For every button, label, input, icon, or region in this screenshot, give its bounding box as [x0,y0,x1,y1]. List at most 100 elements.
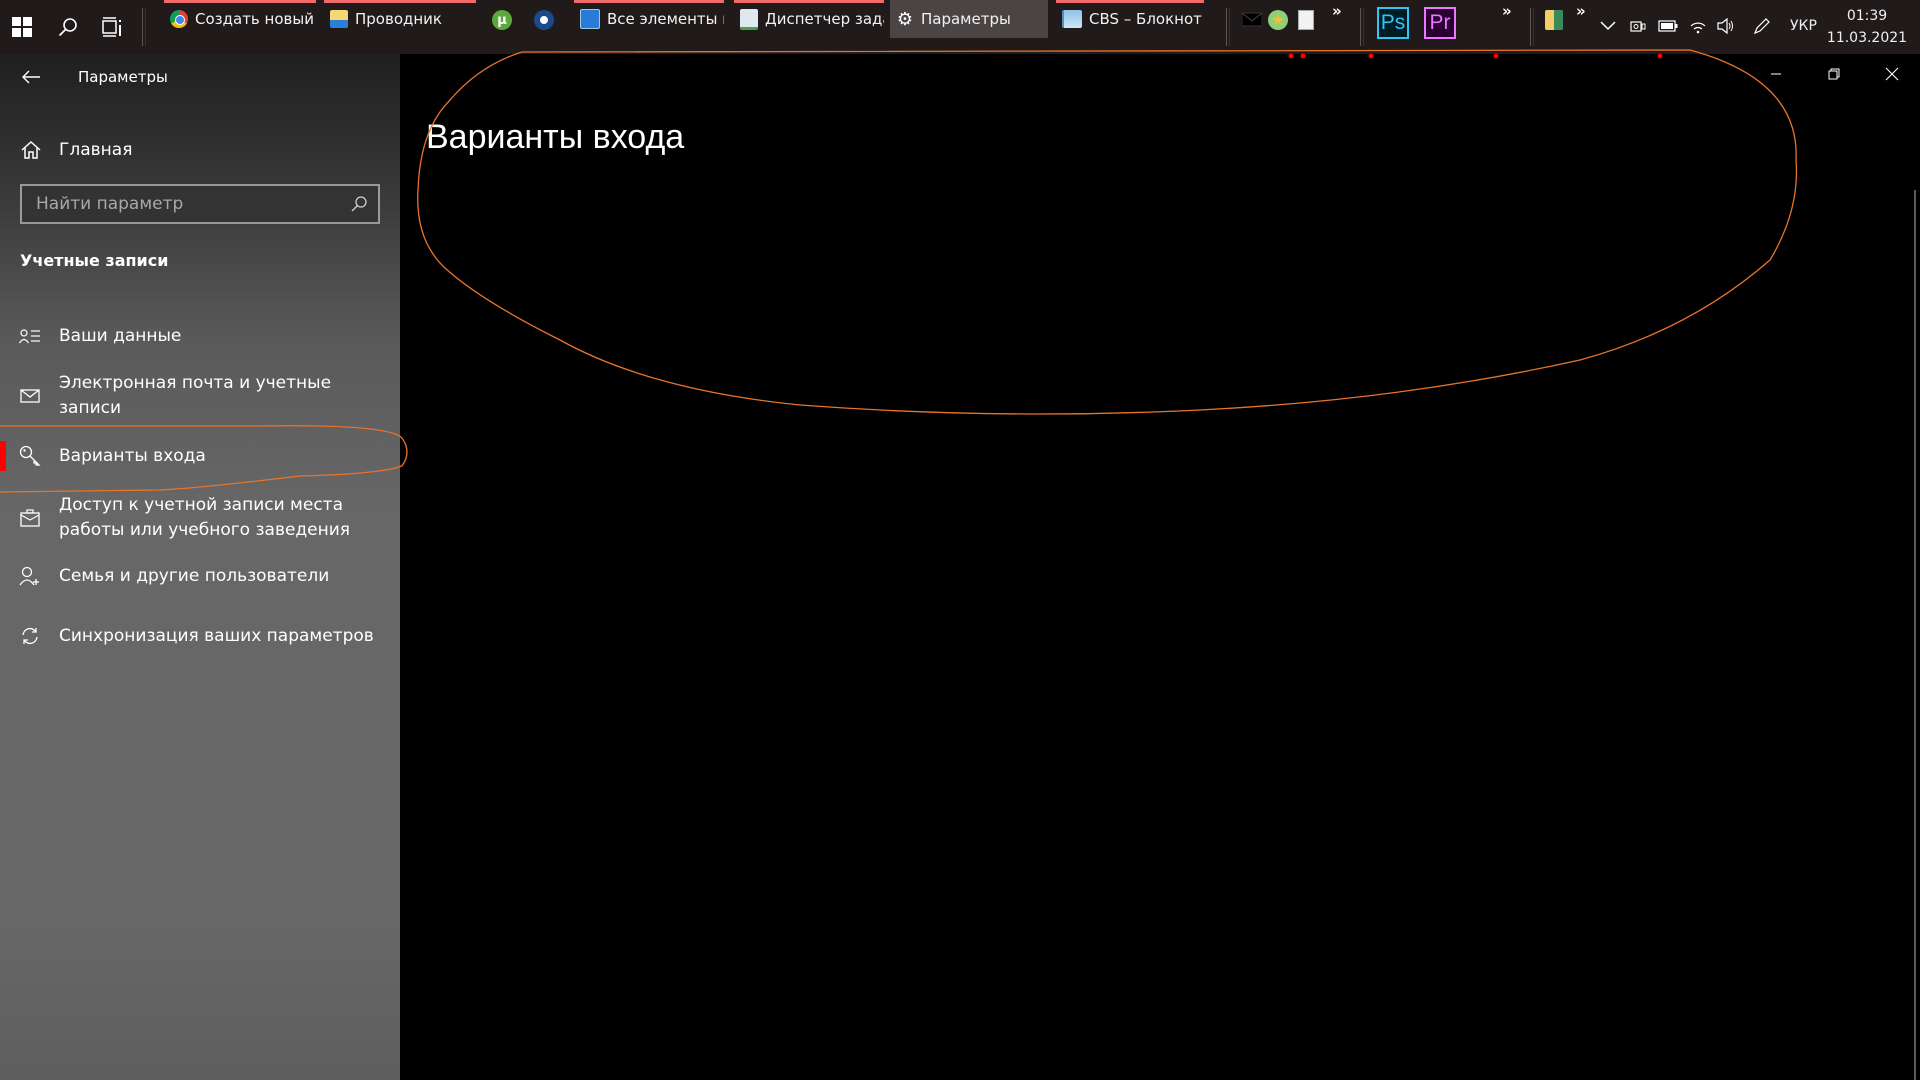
quick-launch-star[interactable]: ★ [1266,8,1290,32]
sidebar-item-label: Главная [59,140,133,160]
restore-icon [1828,68,1840,80]
camera-icon [1630,21,1646,32]
clock[interactable]: 01:39 11.03.2021 [1818,5,1916,49]
quick-launch-document[interactable] [1294,8,1318,32]
running-indicator [164,0,316,3]
adobe-overflow[interactable]: » [1502,2,1512,20]
taskbar-separator [142,8,146,46]
chevron-double-right-icon: » [1576,2,1586,20]
show-hidden-icons-button[interactable] [1596,14,1620,38]
back-button[interactable] [18,64,44,90]
search-icon [58,18,77,37]
sidebar-item-label: Доступ к учетной записи места работы или… [59,495,351,540]
taskbar-pinned-utorrent[interactable]: µ [490,8,514,32]
photoshop-icon: Ps [1380,11,1406,34]
premiere-button[interactable]: Pr [1424,7,1456,39]
search-icon[interactable] [350,195,368,213]
taskbar-app-control-panel[interactable]: Все элементы п... [574,0,724,38]
task-view-icon [102,17,121,37]
window-title: Параметры [78,68,168,86]
section-title: Учетные записи [20,251,169,270]
photoshop-button[interactable]: Ps [1377,7,1409,39]
taskbar: Создать новый ... Проводник µ Все элемен… [0,0,1920,54]
tray-volume-button[interactable] [1714,14,1738,38]
taskbar-app-label: Все элементы п... [607,10,724,28]
taskbar-app-explorer[interactable]: Проводник [324,0,476,38]
taskbar-pinned-steam[interactable] [532,8,556,32]
tray-camera-button[interactable] [1626,14,1650,38]
taskbar-separator [1360,8,1364,46]
sidebar-item-label: Варианты входа [59,445,206,466]
steam-icon [534,10,554,30]
task-manager-icon [740,8,758,30]
wifi-icon [1690,22,1706,34]
pen-icon [1753,18,1770,35]
running-indicator [1056,0,1204,3]
sidebar-item-label: Ваши данные [59,325,182,346]
sidebar-item-sync-settings[interactable]: Синхронизация ваших параметров [0,616,400,656]
mail-icon [1242,12,1262,27]
tray-wifi-button[interactable] [1686,14,1710,38]
sidebar-item-work-school-access[interactable]: Доступ к учетной записи места работы или… [0,488,400,548]
restore-button[interactable] [1808,54,1860,94]
control-panel-icon [580,9,600,29]
arrow-left-icon [22,70,40,84]
sidebar-item-label: Электронная почта и учетные записи [59,373,332,418]
clock-date: 11.03.2021 [1826,30,1908,46]
taskbar-app-label: Диспетчер задач [765,10,884,28]
battery-icon [1658,20,1678,32]
document-icon [1298,10,1314,30]
notepad-icon [1062,10,1082,28]
user-folder-button[interactable] [1542,8,1566,32]
task-view-button[interactable] [92,0,132,54]
mail-icon [19,385,41,407]
settings-content [400,54,1920,1080]
person-add-icon [19,565,41,587]
quick-launch-mail[interactable] [1240,8,1264,32]
sidebar-item-label: Синхронизация ваших параметров [59,625,374,646]
taskbar-separator [1530,8,1534,46]
sidebar-item-label: Семья и другие пользователи [59,565,330,586]
gear-icon: ⚙ [896,8,914,30]
clock-time: 01:39 [1846,8,1888,24]
taskbar-app-task-manager[interactable]: Диспетчер задач [734,0,884,38]
taskbar-app-notepad[interactable]: CBS – Блокнот [1056,0,1204,38]
search-input[interactable] [22,193,338,215]
scrollbar[interactable] [1914,190,1916,1080]
minimize-icon [1771,73,1781,75]
tray-battery-button[interactable] [1656,14,1680,38]
search-button[interactable] [48,0,88,54]
premiere-icon: Pr [1429,11,1451,34]
taskbar-app-label: CBS – Блокнот [1089,10,1202,28]
sidebar-item-email-accounts[interactable]: Электронная почта и учетные записи [0,373,400,418]
sidebar-item-your-info[interactable]: Ваши данные [0,316,400,356]
tray-pen-button[interactable] [1750,14,1774,38]
chevron-down-icon [1600,21,1616,31]
taskbar-separator [1226,8,1230,46]
person-list-icon [19,325,41,347]
taskbar-app-settings[interactable]: ⚙ Параметры [890,0,1048,38]
volume-icon [1717,18,1733,34]
close-icon [1885,67,1899,81]
selected-indicator [0,441,6,471]
sidebar-item-sign-in-options[interactable]: Варианты входа [0,436,400,476]
taskbar-app-label: Проводник [355,10,442,28]
settings-sidebar: Параметры Главная Учетные записи Ваши да… [0,54,400,1080]
user-folder-icon [1545,10,1563,30]
minimize-button[interactable] [1750,54,1802,94]
sidebar-item-home[interactable]: Главная [0,130,400,170]
taskbar-app-chrome[interactable]: Создать новый ... [164,0,316,38]
windows-icon [12,17,32,37]
taskbar-app-label: Создать новый ... [195,10,316,28]
sidebar-item-family-users[interactable]: Семья и другие пользователи [0,556,400,596]
utorrent-icon: µ [492,10,512,30]
search-settings [20,184,380,224]
quick-launch-overflow[interactable]: » [1332,2,1342,20]
taskbar-app-label: Параметры [921,10,1011,28]
start-button[interactable] [0,0,44,54]
tray-overflow[interactable]: » [1576,2,1586,20]
close-button[interactable] [1866,54,1918,94]
chevron-double-right-icon: » [1502,2,1512,20]
language-indicator[interactable]: УКР [1790,18,1817,34]
file-explorer-icon [330,10,348,28]
